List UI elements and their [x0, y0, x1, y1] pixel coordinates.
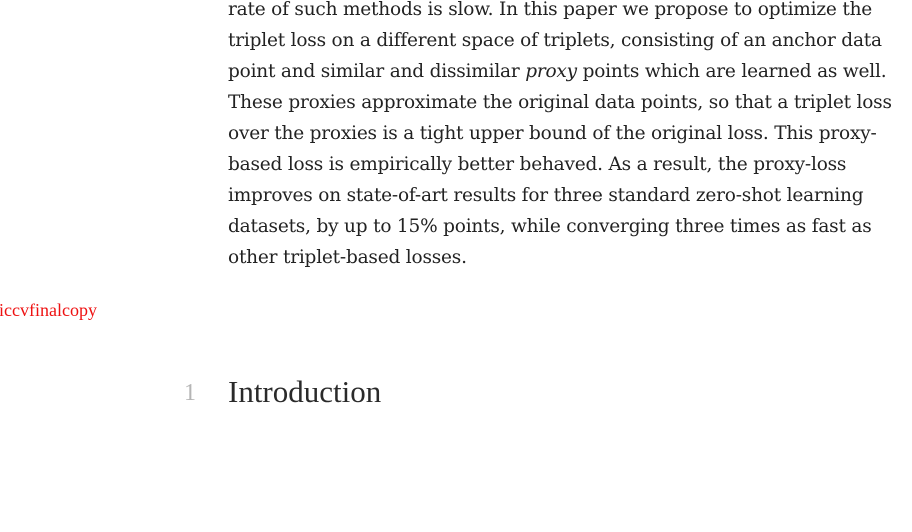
- section-heading: 1 Introduction: [0, 374, 912, 418]
- abstract-line: datasets, by up to 15% points, while con…: [228, 216, 872, 237]
- abstract-line-segment: point and similar and dissimilar: [228, 61, 526, 82]
- abstract-line: over the proxies is a tight upper bound …: [228, 123, 877, 144]
- abstract-line-segment: points which are learned as well.: [576, 61, 887, 82]
- section-title: Introduction: [228, 374, 382, 409]
- emphasized-term: proxy: [525, 61, 577, 82]
- abstract-line: point and similar and dissimilar proxy p…: [228, 56, 888, 87]
- abstract-line: These proxies approximate the original d…: [228, 92, 892, 113]
- abstract-line: rate of such methods is slow. In this pa…: [228, 0, 873, 20]
- latex-command-artifact: \iccvfinalcopy: [0, 300, 97, 320]
- abstract-line: other triplet-based losses.: [228, 247, 467, 268]
- abstract-line: improves on state-of-art results for thr…: [228, 185, 864, 206]
- abstract-line: based loss is empirically better behaved…: [228, 154, 847, 175]
- section-number: 1: [184, 380, 196, 406]
- abstract-text: rate of such methods is slow. In this pa…: [228, 0, 892, 273]
- abstract-line: triplet loss on a different space of tri…: [228, 30, 882, 51]
